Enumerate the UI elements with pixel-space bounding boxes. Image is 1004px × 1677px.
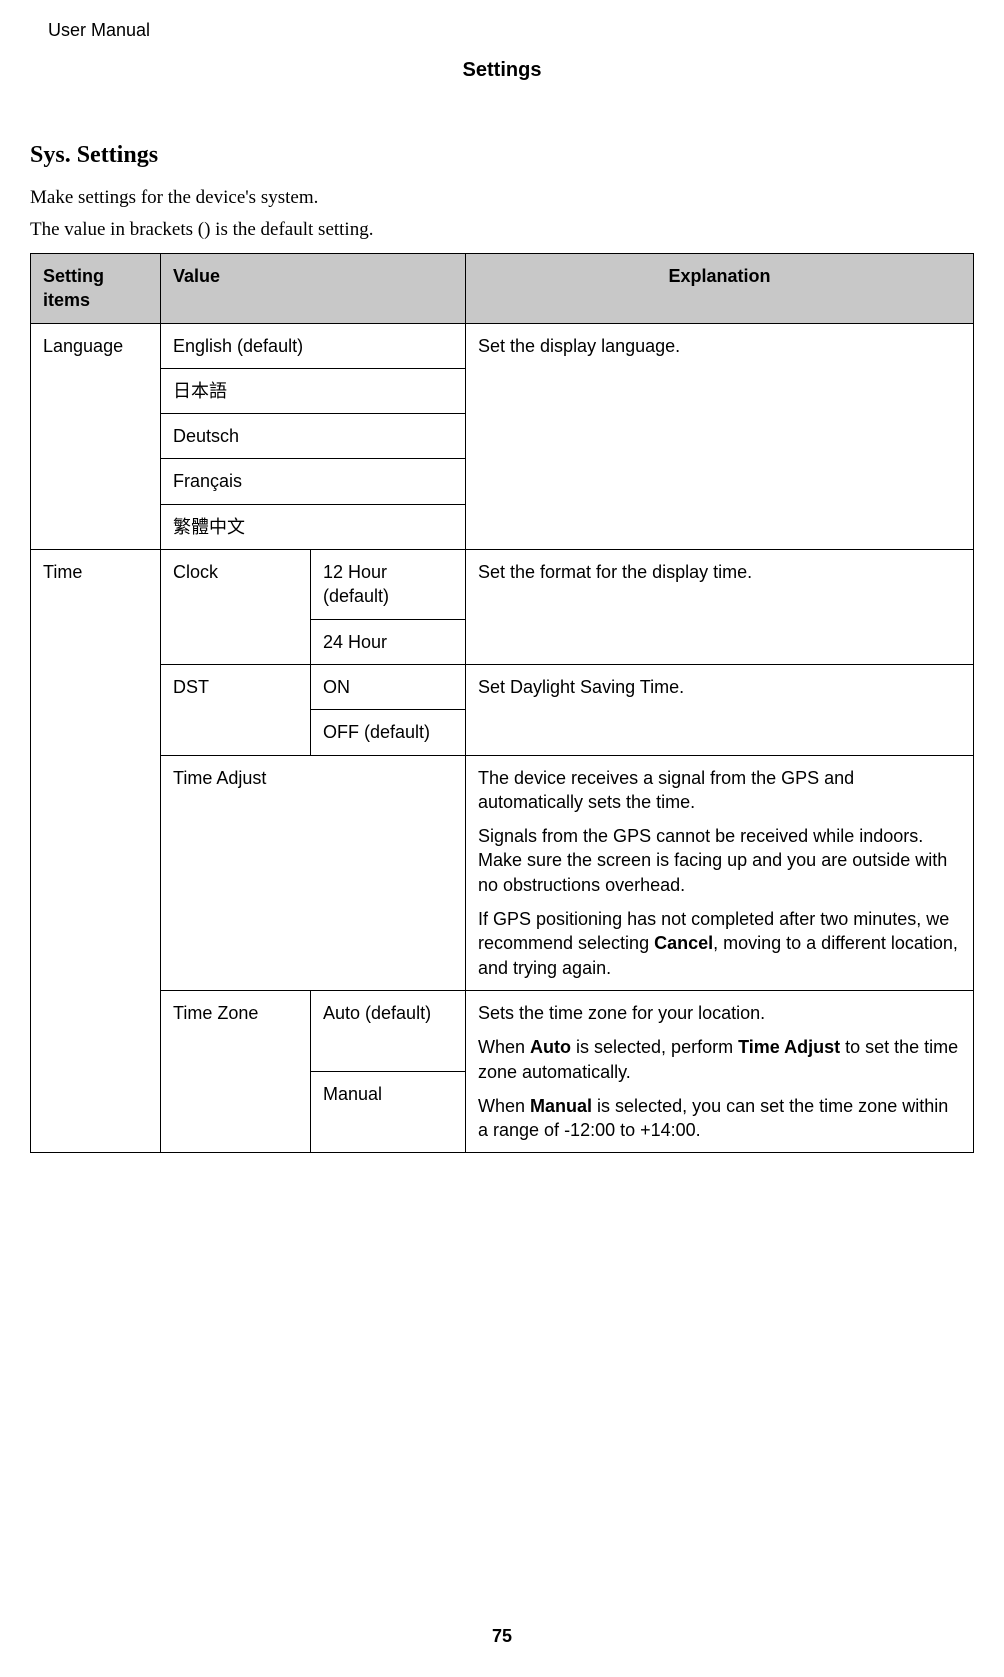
cell-time-zone-auto: Auto (default) [311, 990, 466, 1071]
intro-paragraph-1: Make settings for the device's system. [30, 187, 974, 209]
time-zone-p2b-auto: Auto [530, 1037, 571, 1057]
cell-language-value-francais: Français [161, 459, 466, 504]
cell-dst-label: DST [161, 664, 311, 755]
time-zone-p3a: When [478, 1096, 530, 1116]
cell-language-value-japanese: 日本語 [161, 368, 466, 413]
chapter-title: Settings [30, 59, 974, 82]
cell-language-value-deutsch: Deutsch [161, 414, 466, 459]
cell-language-value-chinese-trad: 繁體中文 [161, 504, 466, 549]
table-header-explanation: Explanation [466, 254, 974, 324]
time-adjust-p2: Signals from the GPS cannot be received … [478, 824, 961, 897]
cell-clock-label: Clock [161, 550, 311, 665]
time-zone-p2d-time-adjust: Time Adjust [738, 1037, 840, 1057]
cell-language-value-english: English (default) [161, 323, 466, 368]
cell-dst-off: OFF (default) [311, 710, 466, 755]
time-adjust-p3: If GPS positioning has not completed aft… [478, 907, 961, 980]
cell-time-zone-manual: Manual [311, 1072, 466, 1153]
cell-clock-12hour: 12 Hour (default) [311, 550, 466, 620]
page-number: 75 [0, 1626, 1004, 1647]
cell-time-label: Time [31, 550, 161, 1153]
cell-language-explanation: Set the display language. [466, 323, 974, 549]
time-zone-p2c: is selected, perform [571, 1037, 738, 1057]
table-header-setting-items: Setting items [31, 254, 161, 324]
cell-dst-explanation: Set Daylight Saving Time. [466, 664, 974, 755]
cell-time-adjust-label: Time Adjust [161, 755, 466, 990]
time-zone-p2: When Auto is selected, perform Time Adju… [478, 1035, 961, 1084]
cell-time-zone-explanation: Sets the time zone for your location. Wh… [466, 990, 974, 1152]
cell-clock-explanation: Set the format for the display time. [466, 550, 974, 665]
cell-clock-24hour: 24 Hour [311, 619, 466, 664]
cell-language-label: Language [31, 323, 161, 549]
cell-time-adjust-explanation: The device receives a signal from the GP… [466, 755, 974, 990]
settings-table: Setting items Value Explanation Language… [30, 253, 974, 1153]
time-adjust-p3b-cancel: Cancel [654, 933, 713, 953]
time-adjust-p1: The device receives a signal from the GP… [478, 766, 961, 815]
time-zone-p2a: When [478, 1037, 530, 1057]
cell-time-zone-label: Time Zone [161, 990, 311, 1152]
cell-dst-on: ON [311, 664, 466, 709]
doc-title: User Manual [48, 20, 974, 41]
section-heading: Sys. Settings [30, 142, 974, 169]
time-zone-p1: Sets the time zone for your location. [478, 1001, 961, 1025]
table-header-value: Value [161, 254, 466, 324]
time-zone-p3b-manual: Manual [530, 1096, 592, 1116]
time-zone-p3: When Manual is selected, you can set the… [478, 1094, 961, 1143]
intro-paragraph-2: The value in brackets () is the default … [30, 219, 974, 241]
